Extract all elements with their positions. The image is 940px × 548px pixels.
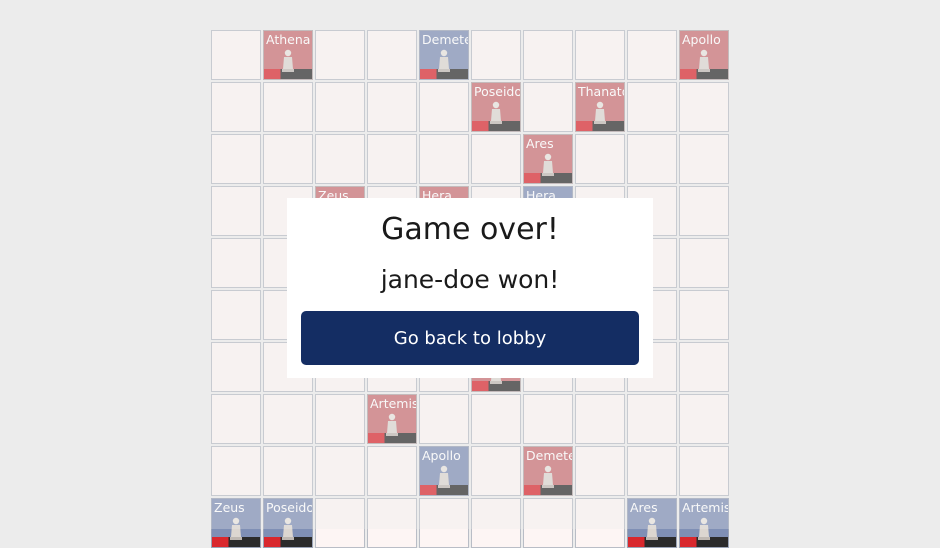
dialog-title: Game over! <box>381 212 559 247</box>
winner-message: jane-doe won! <box>380 265 560 294</box>
game-over-dialog: Game over! jane-doe won! Go back to lobb… <box>287 198 653 378</box>
back-to-lobby-button[interactable]: Go back to lobby <box>301 311 639 365</box>
